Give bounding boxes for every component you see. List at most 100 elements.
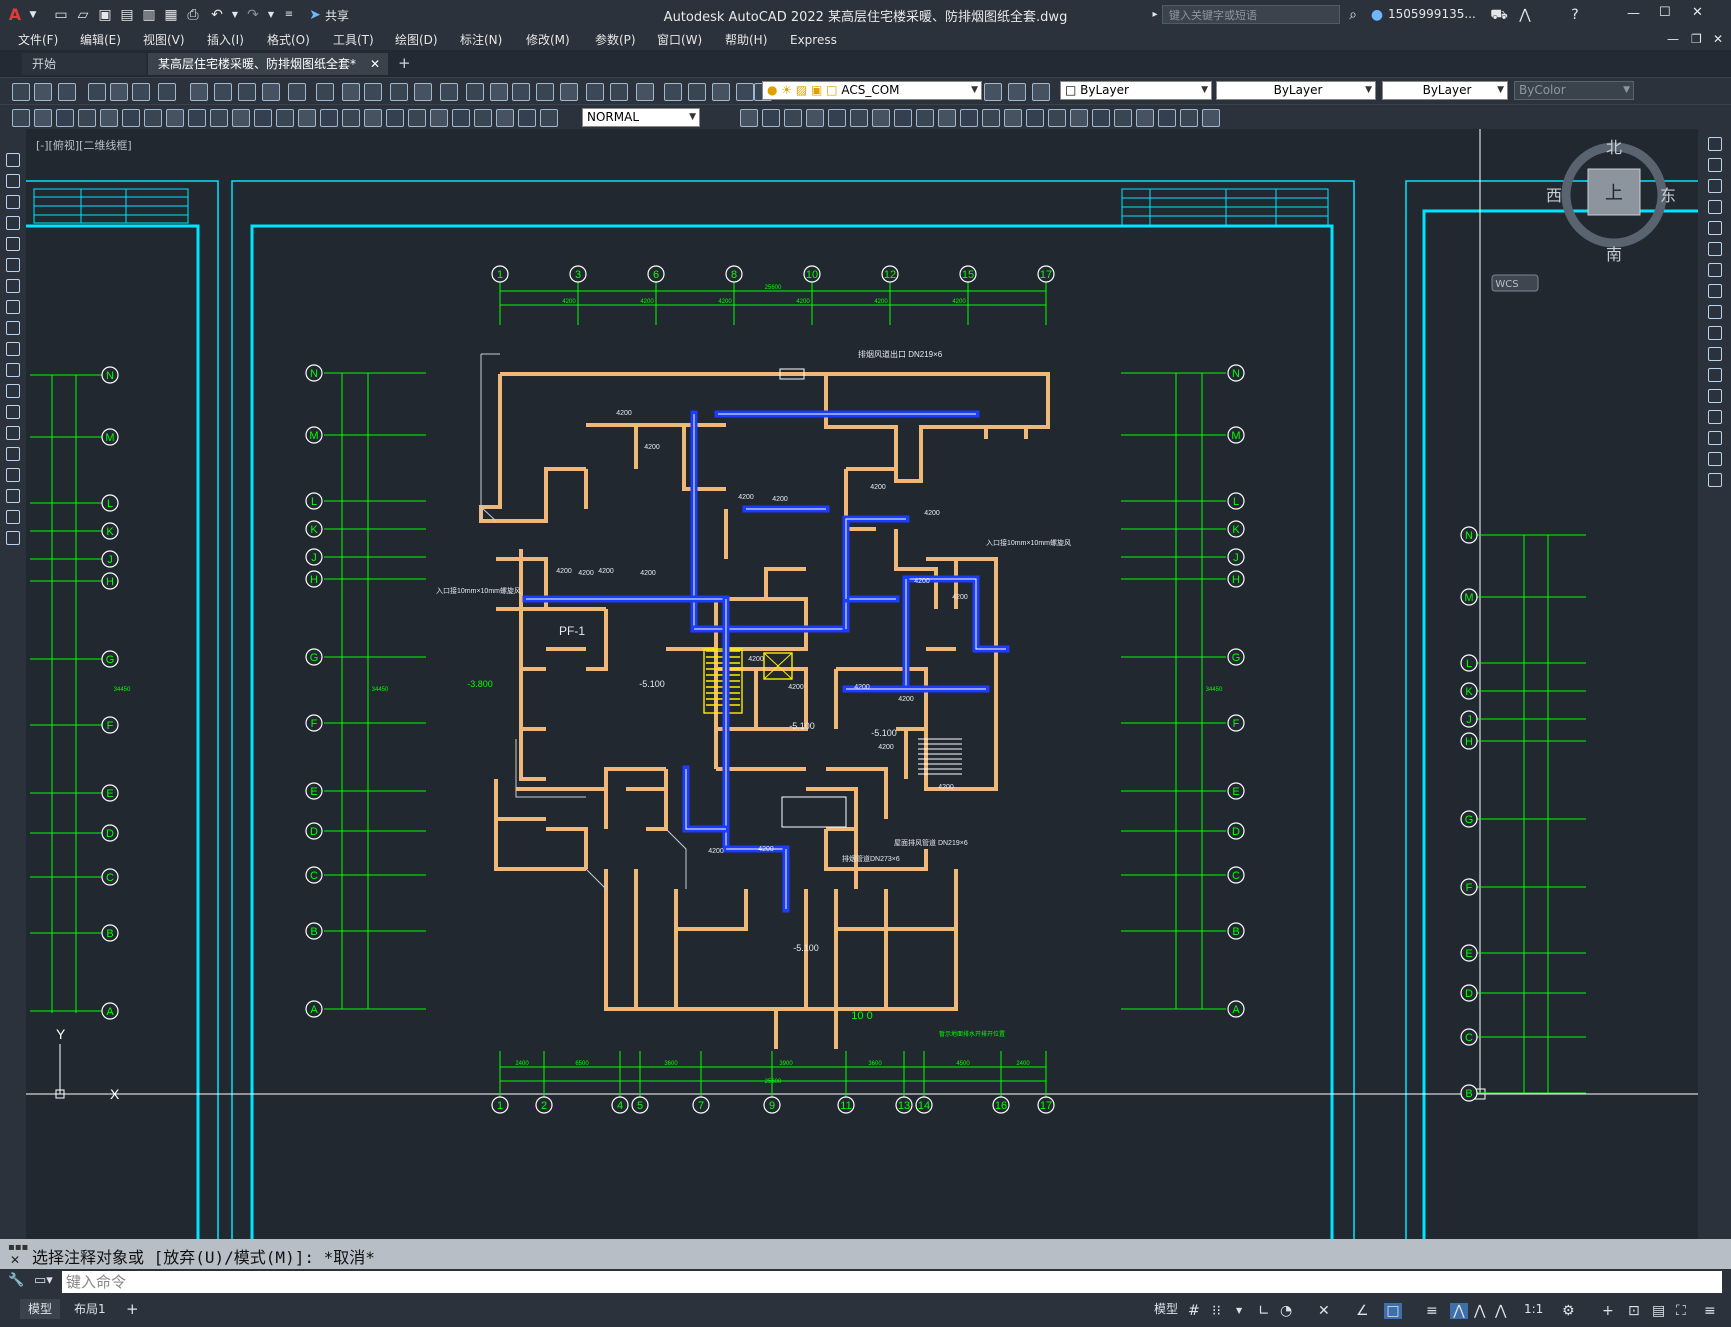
menu-draw[interactable]: 绘图(D) [395, 30, 438, 50]
dimension-tool-icon[interactable] [960, 109, 978, 127]
search-icon[interactable]: ⌕ [1344, 5, 1362, 25]
share-icon[interactable]: ➤ [306, 5, 324, 25]
draw-tool-icon[interactable] [6, 342, 20, 356]
standard-tool-icon[interactable] [158, 83, 176, 101]
dimension-tool-icon[interactable] [34, 109, 52, 127]
draw-tool-icon[interactable] [6, 321, 20, 335]
units-icon[interactable]: ⊡ [1628, 1303, 1640, 1319]
ortho-icon[interactable]: ∟ [1258, 1303, 1270, 1319]
standard-tool-icon[interactable] [688, 83, 706, 101]
dimension-tool-icon[interactable] [850, 109, 868, 127]
standard-tool-icon[interactable] [586, 83, 604, 101]
dimension-tool-icon[interactable] [740, 109, 758, 127]
plot-icon[interactable]: ⎙ [184, 5, 202, 25]
menu-parametric[interactable]: 参数(P) [595, 30, 636, 50]
snap-dropdown-icon[interactable]: ▼ [1236, 1303, 1242, 1319]
standard-tool-icon[interactable] [610, 83, 628, 101]
standard-tool-icon[interactable] [238, 83, 256, 101]
user-icon[interactable]: ● [1368, 5, 1386, 25]
dimension-tool-icon[interactable] [320, 109, 338, 127]
modify-tool-icon[interactable] [1708, 368, 1722, 382]
annotation-scale-icon[interactable]: ⋀ [1495, 1303, 1506, 1319]
dimension-tool-icon[interactable] [916, 109, 934, 127]
dimension-tool-icon[interactable] [78, 109, 96, 127]
layer-dropdown[interactable]: ● ☀ ▨ ▣ □ ACS_COM ▼ [762, 81, 982, 100]
draw-tool-icon[interactable] [6, 489, 20, 503]
dimension-tool-icon[interactable] [144, 109, 162, 127]
dimension-tool-icon[interactable] [828, 109, 846, 127]
dimension-tool-icon[interactable] [56, 109, 74, 127]
modify-tool-icon[interactable] [1708, 410, 1722, 424]
dimension-tool-icon[interactable] [298, 109, 316, 127]
viewcube[interactable] [1491, 142, 1667, 292]
draw-tool-icon[interactable] [6, 510, 20, 524]
standard-tool-icon[interactable] [288, 83, 306, 101]
wrench-icon[interactable]: 🔧 [8, 1273, 24, 1288]
color-dropdown[interactable]: □ ByLayer ▼ [1060, 81, 1212, 100]
doc-minimize-icon[interactable]: — [1667, 32, 1679, 46]
dimension-tool-icon[interactable] [100, 109, 118, 127]
doc-close-icon[interactable]: ✕ [1713, 32, 1723, 46]
menu-window[interactable]: 窗口(W) [657, 30, 702, 50]
draw-tool-icon[interactable] [6, 426, 20, 440]
dimension-tool-icon[interactable] [1070, 109, 1088, 127]
standard-tool-icon[interactable] [536, 83, 554, 101]
open-file-icon[interactable]: ▱ [74, 5, 92, 25]
modify-tool-icon[interactable] [1708, 242, 1722, 256]
save-web-icon[interactable]: ▦ [162, 5, 180, 25]
tab-start[interactable]: 开始 [22, 53, 146, 75]
standard-tool-icon[interactable] [132, 83, 150, 101]
workspace-gear-icon[interactable]: ⚙ [1562, 1303, 1575, 1319]
standard-tool-icon[interactable] [110, 83, 128, 101]
dimension-tool-icon[interactable] [452, 109, 470, 127]
dimension-tool-icon[interactable] [1092, 109, 1110, 127]
standard-tool-icon[interactable] [12, 83, 30, 101]
modify-tool-icon[interactable] [1708, 326, 1722, 340]
new-tab-button[interactable]: + [398, 54, 411, 72]
clean-screen-icon[interactable]: ⛶ [1676, 1303, 1686, 1319]
grip-icon[interactable]: ▪▪▪ [8, 1242, 28, 1253]
dimension-tool-icon[interactable] [518, 109, 536, 127]
search-input[interactable]: 键入关键字或短语 [1162, 5, 1340, 24]
osnap-tracking-icon[interactable]: ✕ [1318, 1303, 1330, 1319]
redo-dropdown-icon[interactable]: ▼ [262, 5, 280, 25]
draw-tool-icon[interactable] [6, 300, 20, 314]
dimension-tool-icon[interactable] [1158, 109, 1176, 127]
dimension-tool-icon[interactable] [938, 109, 956, 127]
draw-tool-icon[interactable] [6, 153, 20, 167]
dimension-tool-icon[interactable] [386, 109, 404, 127]
dimension-tool-icon[interactable] [430, 109, 448, 127]
dimension-tool-icon[interactable] [342, 109, 360, 127]
close-window-icon[interactable]: ✕ [1692, 5, 1703, 20]
draw-tool-icon[interactable] [6, 216, 20, 230]
tab-close-icon[interactable]: ✕ [370, 53, 380, 75]
draw-tool-icon[interactable] [6, 531, 20, 545]
linetype-dropdown[interactable]: ByLayer ▼ [1216, 81, 1376, 100]
viewcube-south[interactable]: 南 [1606, 245, 1622, 264]
menu-insert[interactable]: 插入(I) [207, 30, 244, 50]
annotation-monitor-icon[interactable]: + [1602, 1303, 1614, 1319]
app-menu-arrow-icon[interactable]: ▼ [24, 5, 42, 25]
help-icon[interactable]: ? [1566, 5, 1584, 25]
dimension-tool-icon[interactable] [496, 109, 514, 127]
standard-tool-icon[interactable] [712, 83, 730, 101]
viewcube-west[interactable]: 西 [1546, 186, 1562, 205]
model-space-button[interactable]: 模型 [1146, 1299, 1186, 1319]
osnap-icon[interactable]: □ [1384, 1303, 1402, 1319]
dimension-tool-icon[interactable] [540, 109, 558, 127]
modify-tool-icon[interactable] [1708, 263, 1722, 277]
viewcube-north[interactable]: 北 [1606, 138, 1622, 157]
modify-tool-icon[interactable] [1708, 389, 1722, 403]
draw-tool-icon[interactable] [6, 195, 20, 209]
menu-dimension[interactable]: 标注(N) [460, 30, 502, 50]
draw-tool-icon[interactable] [6, 447, 20, 461]
lineweight-dropdown[interactable]: ByLayer ▼ [1382, 81, 1508, 100]
modify-tool-icon[interactable] [1708, 137, 1722, 151]
standard-tool-icon[interactable] [414, 83, 432, 101]
close-command-icon[interactable]: ✕ [10, 1253, 20, 1267]
modify-tool-icon[interactable] [1708, 200, 1722, 214]
menu-file[interactable]: 文件(F) [18, 30, 58, 50]
snap-icon[interactable]: ⁝⁝ [1212, 1303, 1221, 1319]
modify-tool-icon[interactable] [1708, 473, 1722, 487]
dimension-tool-icon[interactable] [872, 109, 890, 127]
